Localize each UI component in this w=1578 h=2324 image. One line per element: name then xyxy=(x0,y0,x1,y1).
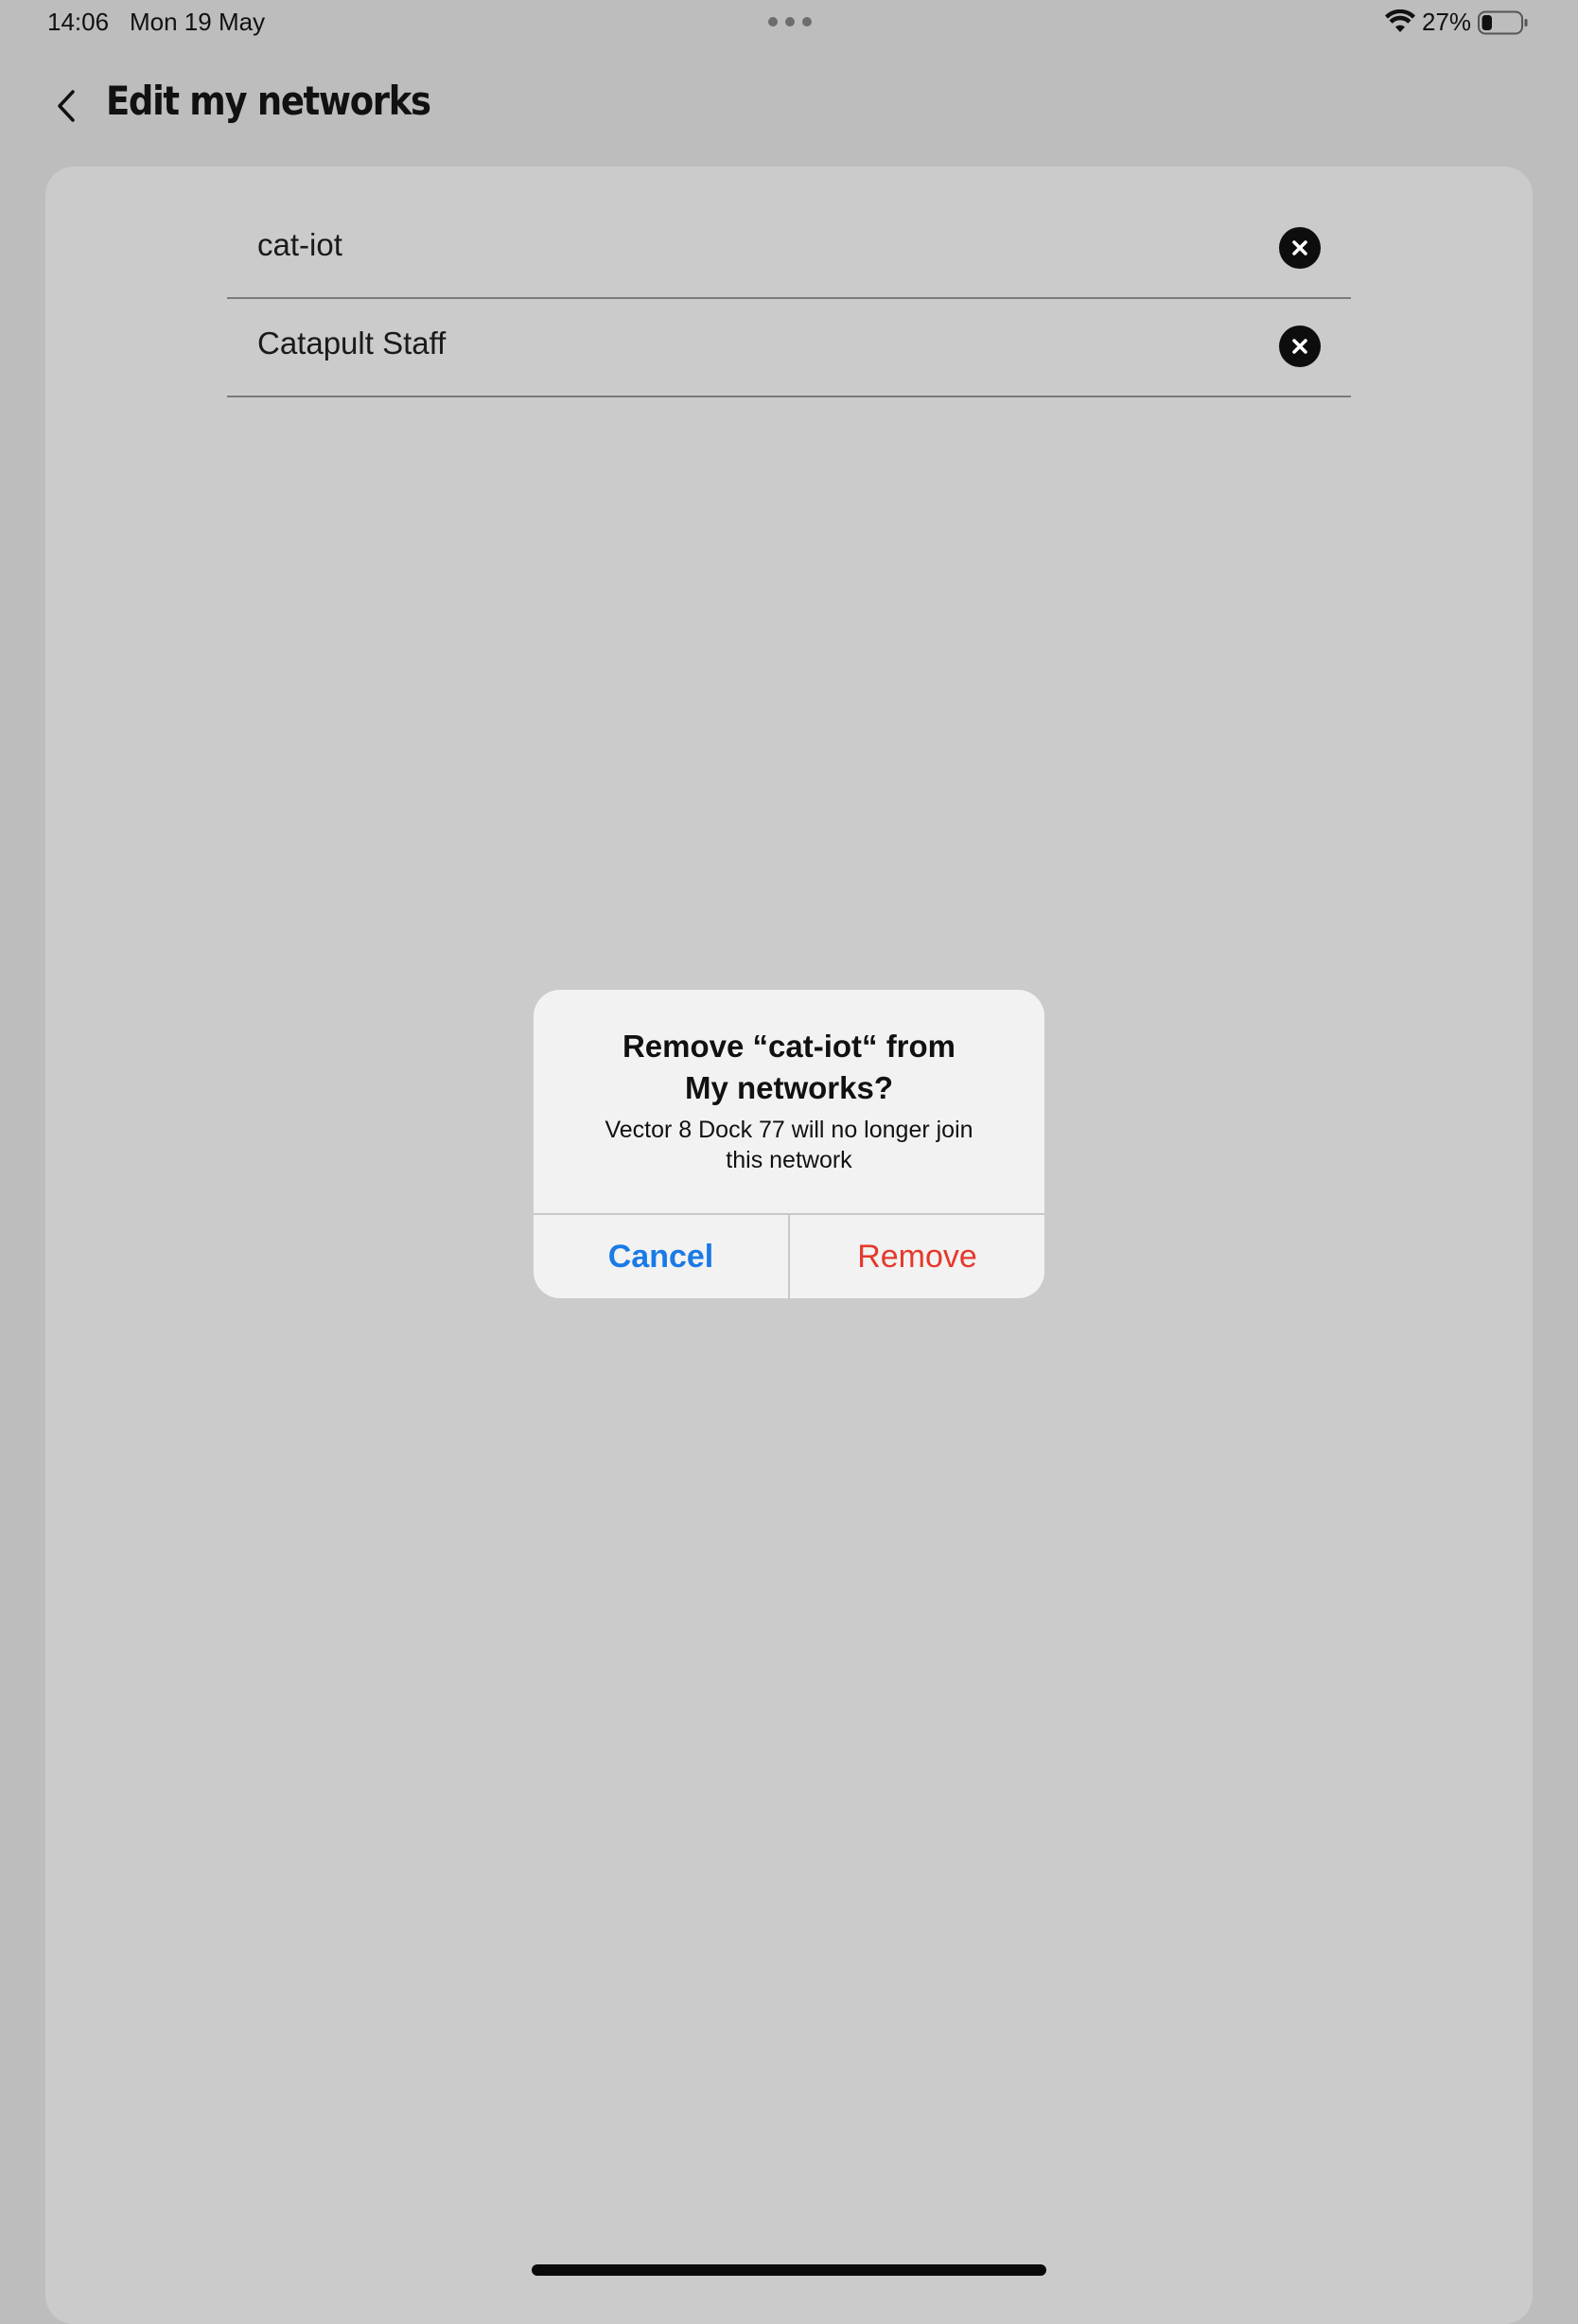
alert-title-line: My networks? xyxy=(684,1070,894,1105)
remove-network-button[interactable] xyxy=(1279,326,1321,367)
alert-title: Remove “cat-iot“ from My networks? xyxy=(562,1026,1016,1109)
battery-icon xyxy=(1478,10,1528,35)
battery-percent: 27% xyxy=(1422,8,1472,36)
remove-network-button[interactable] xyxy=(1279,227,1321,269)
alert-actions: Cancel Remove xyxy=(534,1213,1044,1298)
network-name: Catapult Staff xyxy=(257,326,447,361)
cancel-button[interactable]: Cancel xyxy=(534,1215,790,1298)
network-list: cat-iot Catapult Staff xyxy=(227,201,1351,397)
status-date: Mon 19 May xyxy=(130,8,266,36)
battery-level-fill xyxy=(1482,15,1492,30)
remove-button[interactable]: Remove xyxy=(790,1215,1044,1298)
alert-title-line: Remove “cat-iot“ from xyxy=(622,1029,956,1064)
dot xyxy=(768,17,778,26)
status-bar: 14:06 Mon 19 May 27% xyxy=(0,0,1578,45)
close-circle-icon xyxy=(1292,240,1307,255)
remove-network-alert: Remove “cat-iot“ from My networks? Vecto… xyxy=(534,990,1044,1298)
wifi-icon xyxy=(1385,9,1415,32)
multitask-ellipsis-icon[interactable] xyxy=(768,17,812,26)
dot xyxy=(802,17,812,26)
alert-message: Vector 8 Dock 77 will no longer join thi… xyxy=(562,1115,1016,1175)
close-circle-icon xyxy=(1292,339,1307,354)
network-name: cat-iot xyxy=(257,227,342,262)
dot xyxy=(785,17,795,26)
alert-message-line: Vector 8 Dock 77 will no longer join xyxy=(605,1117,973,1143)
home-indicator[interactable] xyxy=(532,2264,1046,2276)
network-row-catapult-staff[interactable]: Catapult Staff xyxy=(227,299,1351,397)
chevron-left-icon xyxy=(58,90,75,122)
page-title: Edit my networks xyxy=(106,78,431,124)
back-button[interactable] xyxy=(49,81,83,131)
status-time: 14:06 xyxy=(47,8,110,36)
network-row-cat-iot[interactable]: cat-iot xyxy=(227,201,1351,299)
alert-message-line: this network xyxy=(726,1147,852,1173)
